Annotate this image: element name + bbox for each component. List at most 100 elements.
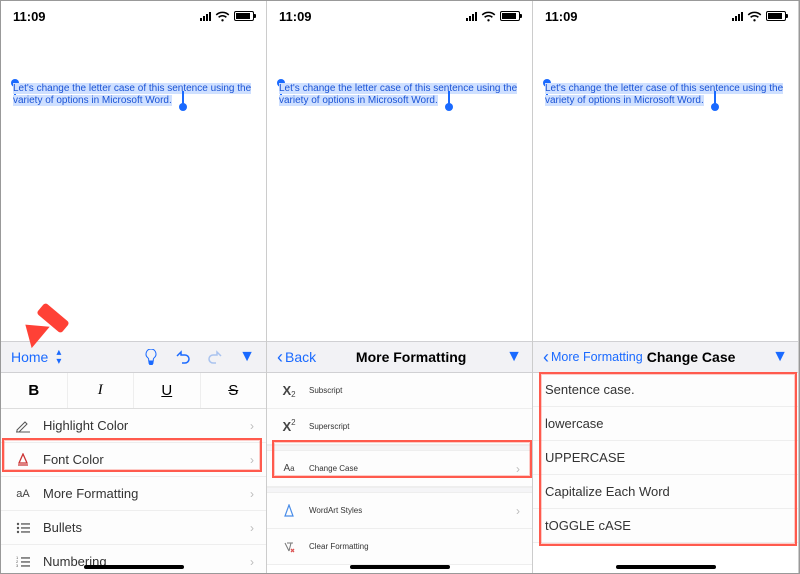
wifi-icon bbox=[747, 11, 762, 22]
status-icons bbox=[200, 11, 254, 22]
chevron-right-icon: › bbox=[250, 521, 254, 535]
battery-icon bbox=[766, 11, 786, 21]
font-color-row[interactable]: Font Color › bbox=[1, 443, 266, 477]
option-label: lowercase bbox=[545, 416, 604, 431]
ribbon-tab-label: Home bbox=[11, 349, 48, 365]
screen-more-formatting: 11:09 Let's change the letter case of th… bbox=[267, 1, 533, 573]
panel-title: More Formatting bbox=[316, 349, 506, 365]
wordart-icon bbox=[279, 504, 299, 518]
chevron-right-icon: › bbox=[516, 462, 520, 476]
selected-text[interactable]: Let's change the letter case of this sen… bbox=[279, 83, 521, 107]
back-button[interactable]: ‹ Back bbox=[277, 349, 316, 365]
highlight-color-row[interactable]: Highlight Color › bbox=[1, 409, 266, 443]
svg-text:3: 3 bbox=[16, 563, 19, 568]
status-bar: 11:09 bbox=[267, 1, 532, 31]
status-time: 11:09 bbox=[13, 9, 46, 24]
lightbulb-icon[interactable] bbox=[142, 348, 160, 366]
highlight-icon bbox=[13, 419, 33, 433]
status-icons bbox=[732, 11, 786, 22]
numbering-icon: 123 bbox=[13, 556, 33, 568]
change-case-icon: Aa bbox=[279, 463, 299, 474]
home-indicator[interactable] bbox=[616, 565, 716, 569]
document-area[interactable]: Let's change the letter case of this sen… bbox=[533, 31, 798, 341]
screen-home-panel: 11:09 Let's change the letter case of th… bbox=[1, 1, 267, 573]
status-bar: 11:09 bbox=[1, 1, 266, 31]
collapse-ribbon-button[interactable]: ▼ bbox=[506, 348, 522, 366]
bullets-row[interactable]: Bullets › bbox=[1, 511, 266, 545]
chevron-left-icon: ‹ bbox=[543, 350, 549, 364]
back-label: More Formatting bbox=[551, 350, 643, 364]
back-button[interactable]: ‹ More Formatting bbox=[543, 350, 643, 364]
document-area[interactable]: Let's change the letter case of this sen… bbox=[1, 31, 266, 341]
row-label: Bullets bbox=[43, 520, 82, 535]
undo-button[interactable] bbox=[174, 348, 192, 366]
change-case-row[interactable]: Aa Change Case › bbox=[267, 451, 532, 487]
option-label: UPPERCASE bbox=[545, 450, 625, 465]
underline-button[interactable]: U bbox=[134, 373, 201, 408]
row-label: Font Color bbox=[43, 452, 104, 467]
capitalize-each-word-option[interactable]: Capitalize Each Word bbox=[533, 475, 798, 509]
uppercase-option[interactable]: UPPERCASE bbox=[533, 441, 798, 475]
status-icons bbox=[466, 11, 520, 22]
back-label: Back bbox=[285, 349, 316, 365]
superscript-row[interactable]: X2 Superscript bbox=[267, 409, 532, 445]
option-label: Capitalize Each Word bbox=[545, 484, 670, 499]
toggle-case-option[interactable]: tOGGLE cASE bbox=[533, 509, 798, 543]
selected-text[interactable]: Let's change the letter case of this sen… bbox=[545, 83, 787, 107]
clear-formatting-row[interactable]: Clear Formatting bbox=[267, 529, 532, 565]
chevron-right-icon: › bbox=[250, 453, 254, 467]
strikethrough-button[interactable]: S bbox=[201, 373, 267, 408]
row-label: Change Case bbox=[309, 464, 358, 473]
option-label: Sentence case. bbox=[545, 382, 635, 397]
home-indicator[interactable] bbox=[84, 565, 184, 569]
selection-handle-end[interactable] bbox=[179, 103, 187, 111]
cellular-icon bbox=[466, 11, 477, 21]
row-label: Subscript bbox=[309, 386, 342, 395]
row-label: Superscript bbox=[309, 422, 349, 431]
wordart-row[interactable]: WordArt Styles › bbox=[267, 493, 532, 529]
more-formatting-row[interactable]: aA More Formatting › bbox=[1, 477, 266, 511]
document-area[interactable]: Let's change the letter case of this sen… bbox=[267, 31, 532, 341]
superscript-icon: X2 bbox=[279, 419, 299, 434]
collapse-ribbon-button[interactable]: ▼ bbox=[238, 348, 256, 366]
panel-title: Change Case bbox=[647, 349, 736, 365]
ribbon-toolbar: Home ▴▾ ▼ bbox=[1, 341, 266, 373]
option-label: tOGGLE cASE bbox=[545, 518, 631, 533]
selection-handle-end[interactable] bbox=[711, 103, 719, 111]
collapse-ribbon-button[interactable]: ▼ bbox=[772, 348, 788, 366]
status-time: 11:09 bbox=[279, 9, 312, 24]
chevron-right-icon: › bbox=[516, 504, 520, 518]
lowercase-option[interactable]: lowercase bbox=[533, 407, 798, 441]
ribbon-tab-selector[interactable]: Home ▴▾ bbox=[11, 348, 61, 366]
clear-formatting-icon bbox=[279, 540, 299, 554]
ribbon-toolbar: ‹ More Formatting Change Case ▼ bbox=[533, 341, 798, 373]
battery-icon bbox=[500, 11, 520, 21]
battery-icon bbox=[234, 11, 254, 21]
chevron-right-icon: › bbox=[250, 555, 254, 569]
italic-button[interactable]: I bbox=[68, 373, 135, 408]
subscript-row[interactable]: X2 Subscript bbox=[267, 373, 532, 409]
more-formatting-icon: aA bbox=[13, 488, 33, 500]
format-toggle-row: B I U S bbox=[1, 373, 266, 409]
selected-text[interactable]: Let's change the letter case of this sen… bbox=[13, 83, 255, 107]
cellular-icon bbox=[732, 11, 743, 21]
row-label: Highlight Color bbox=[43, 418, 128, 433]
annotation-arrow bbox=[25, 299, 73, 339]
redo-button[interactable] bbox=[206, 348, 224, 366]
bold-button[interactable]: B bbox=[1, 373, 68, 408]
row-label: More Formatting bbox=[43, 486, 138, 501]
chevron-sort-icon: ▴▾ bbox=[56, 348, 61, 366]
wifi-icon bbox=[215, 11, 230, 22]
ribbon-toolbar: ‹ Back More Formatting ▼ bbox=[267, 341, 532, 373]
sentence-case-option[interactable]: Sentence case. bbox=[533, 373, 798, 407]
chevron-right-icon: › bbox=[250, 419, 254, 433]
row-label: Clear Formatting bbox=[309, 542, 369, 551]
wifi-icon bbox=[481, 11, 496, 22]
selection-handle-end[interactable] bbox=[445, 103, 453, 111]
cellular-icon bbox=[200, 11, 211, 21]
row-label: WordArt Styles bbox=[309, 506, 362, 515]
chevron-right-icon: › bbox=[250, 487, 254, 501]
home-indicator[interactable] bbox=[350, 565, 450, 569]
status-bar: 11:09 bbox=[533, 1, 798, 31]
status-time: 11:09 bbox=[545, 9, 578, 24]
